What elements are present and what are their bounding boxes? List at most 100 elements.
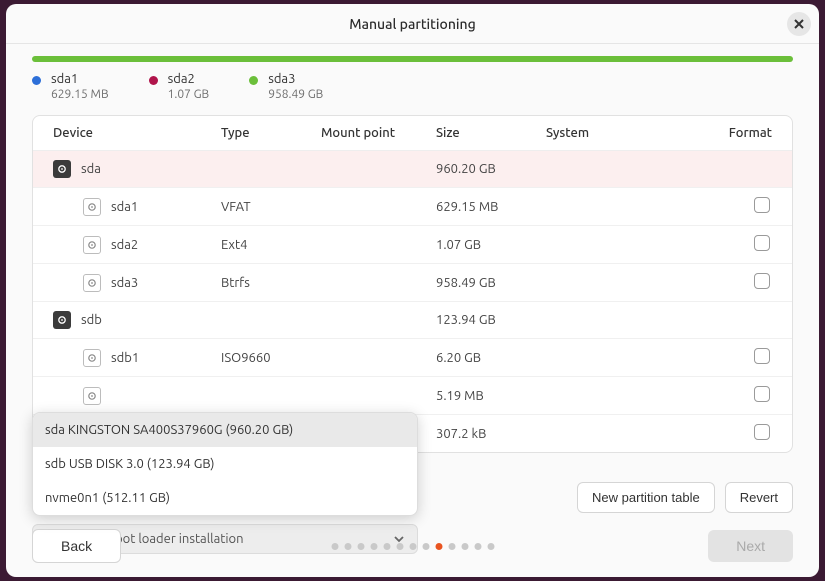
table-row[interactable]: sda1 VFAT 629.15 MB <box>33 188 792 226</box>
partition-icon <box>83 274 101 292</box>
cell-type <box>213 151 313 188</box>
back-button[interactable]: Back <box>32 529 121 563</box>
format-checkbox[interactable] <box>754 386 770 402</box>
partition-table: Device Type Mount point Size System Form… <box>32 115 793 453</box>
revert-button[interactable]: Revert <box>725 482 793 513</box>
device-name: sda2 <box>111 238 138 252</box>
cell-mount <box>313 151 428 188</box>
table-actions: New partition table Revert <box>577 482 793 513</box>
installer-window: Manual partitioning sda1 629.15 MB sda2 … <box>6 4 819 577</box>
cell-size: 958.49 GB <box>428 264 538 302</box>
cell-size: 123.94 GB <box>428 302 538 339</box>
device-name: sdb1 <box>111 351 139 365</box>
bootloader-option[interactable]: nvme0n1 (512.11 GB) <box>33 481 417 515</box>
close-button[interactable] <box>787 12 811 36</box>
step-dot <box>409 543 416 550</box>
disk-usage-bar <box>32 56 793 62</box>
device-name: sda1 <box>111 200 138 214</box>
col-system: System <box>538 116 721 151</box>
cell-system <box>538 302 721 339</box>
format-checkbox[interactable] <box>754 348 770 364</box>
legend-label: sda3 <box>268 72 323 86</box>
step-indicator <box>331 543 494 550</box>
cell-system <box>538 188 721 226</box>
table-row[interactable]: sdb1 ISO9660 6.20 GB <box>33 339 792 377</box>
cell-mount <box>313 226 428 264</box>
legend-item: sda3 958.49 GB <box>249 72 323 101</box>
device-name: sda <box>81 162 101 176</box>
cell-type: Btrfs <box>213 264 313 302</box>
col-format: Format <box>721 116 792 151</box>
col-mount: Mount point <box>313 116 428 151</box>
cell-mount <box>313 339 428 377</box>
table-row[interactable]: sda3 Btrfs 958.49 GB <box>33 264 792 302</box>
cell-system <box>538 264 721 302</box>
step-dot <box>383 543 390 550</box>
bootloader-dropdown-popup[interactable]: sda KINGSTON SA400S37960G (960.20 GB)sdb… <box>32 412 418 516</box>
cell-size: 1.07 GB <box>428 226 538 264</box>
content-area: sda1 629.15 MB sda2 1.07 GB sda3 958.49 … <box>6 44 819 577</box>
cell-size: 960.20 GB <box>428 151 538 188</box>
legend-size: 629.15 MB <box>51 88 109 101</box>
format-checkbox[interactable] <box>754 273 770 289</box>
bootloader-option[interactable]: sda KINGSTON SA400S37960G (960.20 GB) <box>33 413 417 447</box>
bootloader-option[interactable]: sdb USB DISK 3.0 (123.94 GB) <box>33 447 417 481</box>
cell-size: 307.2 kB <box>428 415 538 453</box>
step-dot <box>435 543 442 550</box>
footer-nav: Back Next <box>32 529 793 563</box>
legend-item: sda1 629.15 MB <box>32 72 109 101</box>
col-size: Size <box>428 116 538 151</box>
cell-mount <box>313 302 428 339</box>
step-dot <box>461 543 468 550</box>
legend-label: sda2 <box>168 72 210 86</box>
cell-system <box>538 151 721 188</box>
partition-icon <box>83 236 101 254</box>
cell-system <box>538 339 721 377</box>
close-icon <box>794 19 804 29</box>
legend-dot <box>249 76 258 85</box>
col-device: Device <box>33 116 213 151</box>
step-dot <box>357 543 364 550</box>
table-row[interactable]: sda2 Ext4 1.07 GB <box>33 226 792 264</box>
step-dot <box>344 543 351 550</box>
cell-type <box>213 377 313 415</box>
cell-system <box>538 226 721 264</box>
next-button[interactable]: Next <box>708 530 793 562</box>
step-dot <box>448 543 455 550</box>
table-row[interactable]: sdb 123.94 GB <box>33 302 792 339</box>
legend-dot <box>149 76 158 85</box>
legend-label: sda1 <box>51 72 109 86</box>
format-checkbox[interactable] <box>754 424 770 440</box>
partition-icon <box>83 387 101 405</box>
step-dot <box>422 543 429 550</box>
format-checkbox[interactable] <box>754 235 770 251</box>
cell-system <box>538 377 721 415</box>
cell-mount <box>313 264 428 302</box>
device-name: sda3 <box>111 276 138 290</box>
table-header-row: Device Type Mount point Size System Form… <box>33 116 792 151</box>
cell-system <box>538 415 721 453</box>
step-dot <box>396 543 403 550</box>
table-row[interactable]: 5.19 MB <box>33 377 792 415</box>
page-title: Manual partitioning <box>349 16 475 32</box>
step-dot <box>487 543 494 550</box>
device-name: sdb <box>81 313 102 327</box>
step-dot <box>370 543 377 550</box>
titlebar: Manual partitioning <box>6 4 819 44</box>
cell-size: 6.20 GB <box>428 339 538 377</box>
partition-icon <box>83 198 101 216</box>
partition-icon <box>83 349 101 367</box>
cell-mount <box>313 377 428 415</box>
step-dot <box>331 543 338 550</box>
step-dot <box>474 543 481 550</box>
cell-size: 629.15 MB <box>428 188 538 226</box>
cell-type: Ext4 <box>213 226 313 264</box>
disk-icon <box>53 160 71 178</box>
cell-mount <box>313 188 428 226</box>
new-partition-table-button[interactable]: New partition table <box>577 482 715 513</box>
table-row[interactable]: sda 960.20 GB <box>33 151 792 188</box>
legend-size: 958.49 GB <box>268 88 323 101</box>
format-checkbox[interactable] <box>754 197 770 213</box>
legend-item: sda2 1.07 GB <box>149 72 210 101</box>
cell-type: VFAT <box>213 188 313 226</box>
